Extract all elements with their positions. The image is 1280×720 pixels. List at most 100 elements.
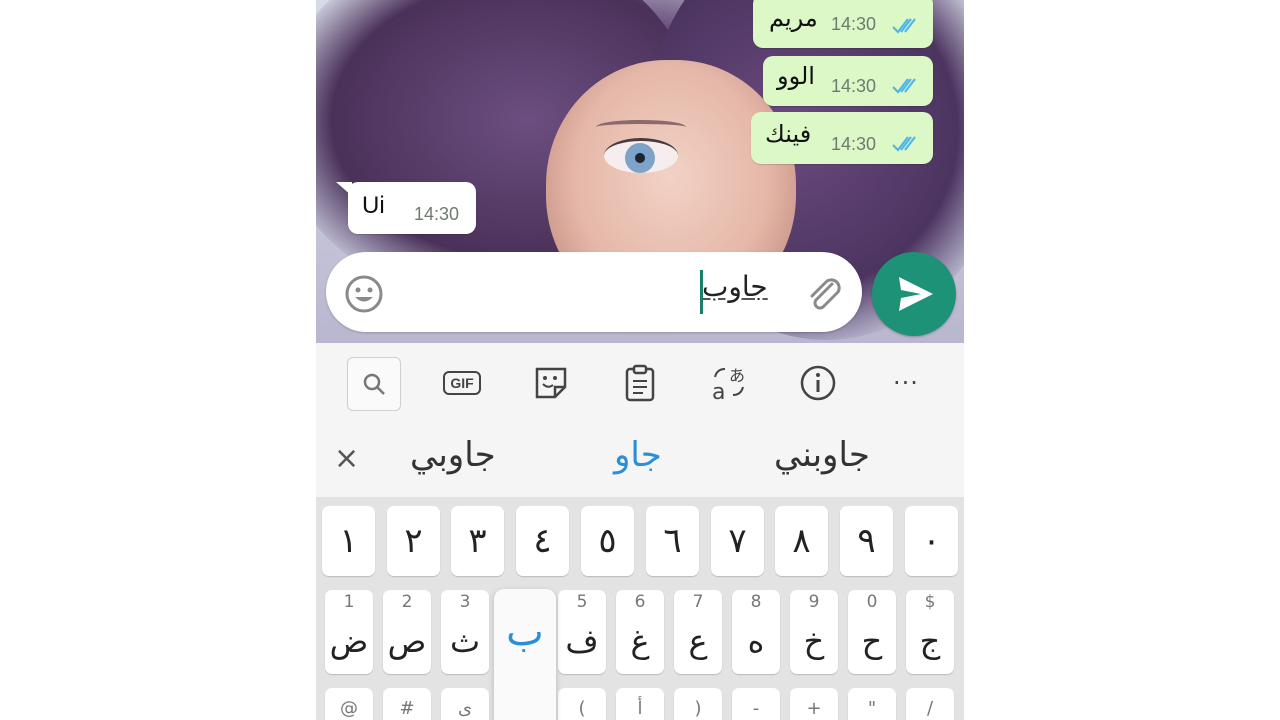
key-number[interactable]: ٨: [775, 506, 828, 576]
bubble-tail: [336, 182, 352, 196]
key-label: ٣: [468, 521, 487, 561]
gif-label: GIF: [443, 371, 481, 395]
more-icon[interactable]: ···: [880, 357, 932, 409]
message-input[interactable]: جاوب: [702, 270, 768, 303]
key-number[interactable]: ٢: [387, 506, 440, 576]
key-hint: /: [926, 697, 934, 719]
info-icon[interactable]: [792, 357, 844, 409]
message-text: فينك: [765, 120, 812, 148]
key-number[interactable]: ٣: [451, 506, 504, 576]
key-hint: +: [806, 697, 822, 719]
search-icon[interactable]: [347, 357, 401, 411]
key-number[interactable]: ٤: [516, 506, 569, 576]
key-number[interactable]: ٠: [905, 506, 958, 576]
suggestion-right[interactable]: جاوبني: [774, 435, 870, 475]
key-letter[interactable]: /: [906, 688, 954, 720]
key-letter[interactable]: $ ج: [906, 590, 954, 674]
suggestion-center[interactable]: جاو: [614, 435, 662, 475]
key-hint: ": [867, 697, 877, 719]
key-hint: 2: [401, 592, 413, 612]
pressed-key-popup[interactable]: ب: [494, 589, 556, 720]
phone-screen: مريم 14:30 الوو 14:30 فينك 14:30 Ui 14:3…: [316, 0, 964, 720]
gif-icon[interactable]: GIF: [436, 357, 488, 409]
message-time: 14:30: [831, 134, 877, 154]
suggestion-left[interactable]: جاوبي: [410, 435, 496, 475]
message-text: Ui: [362, 192, 385, 219]
sticker-icon[interactable]: [525, 357, 577, 409]
outgoing-message[interactable]: مريم 14:30: [753, 0, 933, 48]
key-letter[interactable]: 0 ح: [848, 590, 896, 674]
incoming-message[interactable]: Ui 14:30: [348, 182, 476, 234]
key-letter[interactable]: 5 ف: [558, 590, 606, 674]
key-letter[interactable]: 8 ه: [732, 590, 780, 674]
message-time: 14:30: [414, 204, 460, 224]
send-button[interactable]: [872, 252, 956, 336]
message-input-bar[interactable]: [326, 252, 862, 332]
close-suggestions-button[interactable]: ×: [334, 441, 359, 476]
keyboard-toolbar: GIF a あ ···: [316, 343, 964, 423]
key-hint: -: [752, 697, 760, 719]
key-hint: 9: [808, 592, 820, 612]
key-hint: 0: [866, 592, 878, 612]
key-hint: أ: [637, 697, 643, 719]
key-letter[interactable]: 7 ع: [674, 590, 722, 674]
attach-icon[interactable]: [802, 272, 846, 316]
key-letter[interactable]: ): [674, 688, 722, 720]
key-label: ٥: [598, 521, 617, 561]
key-number[interactable]: ٥: [581, 506, 634, 576]
key-letter[interactable]: -: [732, 688, 780, 720]
key-letter[interactable]: ": [848, 688, 896, 720]
key-label: ف: [565, 622, 599, 660]
key-letter[interactable]: 1 ض: [325, 590, 373, 674]
key-number[interactable]: ٩: [840, 506, 893, 576]
svg-text:あ: あ: [729, 366, 745, 385]
emoji-icon[interactable]: [344, 274, 384, 314]
key-number[interactable]: ٧: [711, 506, 764, 576]
key-letter[interactable]: 9 خ: [790, 590, 838, 674]
translate-icon[interactable]: a あ: [703, 357, 755, 409]
key-label: ٠: [922, 521, 941, 561]
key-letter[interactable]: ى: [441, 688, 489, 720]
key-hint: 6: [634, 592, 646, 612]
key-label: ه: [747, 622, 765, 660]
wallpaper-eye: [604, 138, 678, 173]
more-label: ···: [893, 369, 919, 397]
read-ticks-icon: [892, 18, 916, 34]
clipboard-icon[interactable]: [614, 357, 666, 409]
key-label: ٩: [857, 521, 876, 561]
key-label: ص: [387, 622, 427, 660]
key-number[interactable]: ١: [322, 506, 375, 576]
key-letter[interactable]: @: [325, 688, 373, 720]
key-label: ٧: [728, 521, 747, 561]
key-label: ٨: [792, 521, 811, 561]
key-letter[interactable]: 3 ث: [441, 590, 489, 674]
key-label: ع: [688, 622, 708, 660]
key-letter[interactable]: أ: [616, 688, 664, 720]
read-ticks-icon: [892, 78, 916, 94]
key-hint: 3: [459, 592, 471, 612]
key-hint: 8: [750, 592, 762, 612]
key-letter[interactable]: 2 ص: [383, 590, 431, 674]
key-number[interactable]: ٦: [646, 506, 699, 576]
key-label: غ: [630, 622, 650, 660]
key-label: ٤: [533, 521, 552, 561]
key-hint: #: [399, 697, 415, 719]
key-letter[interactable]: 6 غ: [616, 590, 664, 674]
outgoing-message[interactable]: فينك 14:30: [751, 112, 933, 164]
key-hint: 1: [343, 592, 355, 612]
key-letter[interactable]: (: [558, 688, 606, 720]
key-letter[interactable]: #: [383, 688, 431, 720]
outgoing-message[interactable]: الوو 14:30: [763, 56, 933, 106]
key-hint: ): [694, 697, 702, 719]
key-label: ٢: [404, 521, 423, 561]
key-hint: @: [340, 697, 358, 719]
read-ticks-icon: [892, 136, 916, 152]
key-letter[interactable]: +: [790, 688, 838, 720]
key-hint: ى: [457, 697, 473, 719]
keyboard: ١ ٢ ٣ ٤ ٥ ٦ ٧ ٨ ٩ ٠ 1 ض 2 ص 3 ث 5 ف 6 غ: [316, 497, 964, 720]
key-label: ١: [339, 521, 358, 561]
key-label: ث: [449, 622, 481, 660]
suggestion-bar: × جاوبي جاو جاوبني: [316, 423, 964, 497]
key-hint: $: [924, 592, 936, 612]
message-time: 14:30: [831, 76, 877, 96]
